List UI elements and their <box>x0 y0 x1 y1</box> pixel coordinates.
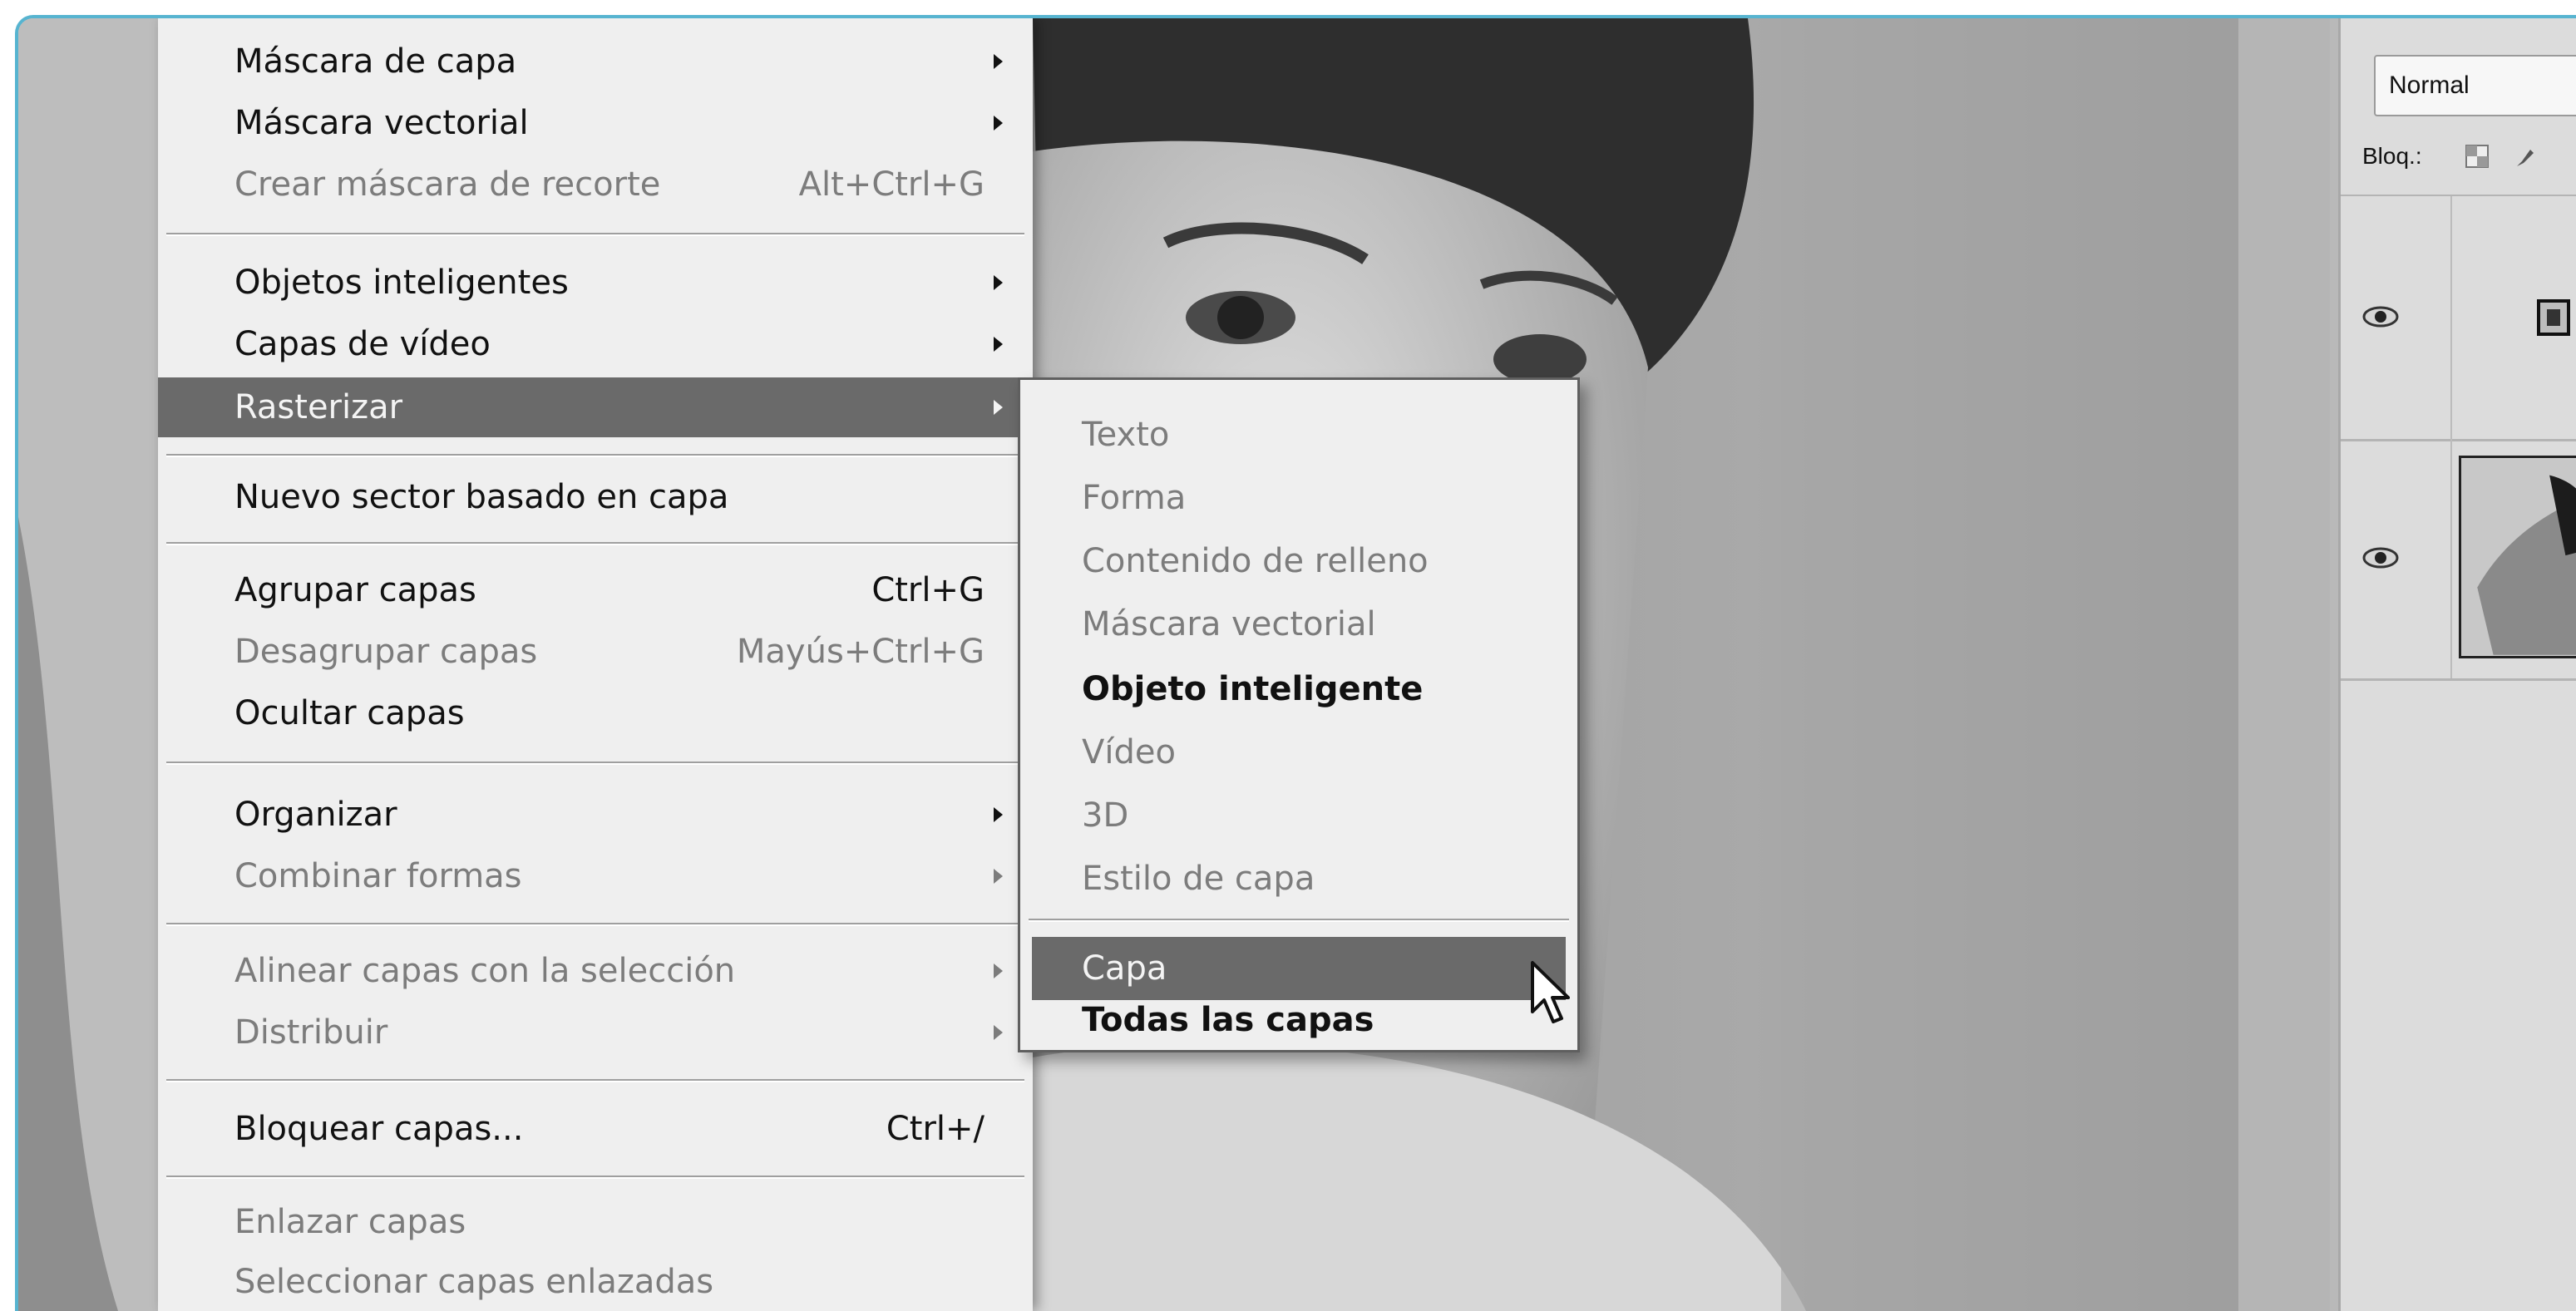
submenu-item-smart-object[interactable]: Objeto inteligente <box>1020 658 1577 721</box>
menu-item-label: Ocultar capas <box>234 694 465 732</box>
menu-item-label: Seleccionar capas enlazadas <box>234 1263 714 1301</box>
submenu-arrow-icon <box>994 964 1003 978</box>
eye-icon[interactable] <box>2362 306 2399 328</box>
menu-item-layer-mask[interactable]: Máscara de capa <box>158 32 1033 91</box>
submenu-arrow-icon <box>994 807 1003 822</box>
submenu-item-fill-content[interactable]: Contenido de relleno <box>1020 530 1577 593</box>
menu-item-group-layers[interactable]: Agrupar capas Ctrl+G <box>158 560 1033 620</box>
submenu-arrow-icon <box>994 275 1003 290</box>
eye-icon[interactable] <box>2362 547 2399 569</box>
submenu-item-label: Texto <box>1082 416 1170 454</box>
menu-item-lock-layers[interactable]: Bloquear capas... Ctrl+/ <box>158 1099 1033 1159</box>
layer-thumbnail <box>2537 299 2570 336</box>
submenu-item-3d[interactable]: 3D <box>1020 784 1577 847</box>
submenu-item-label: Forma <box>1082 479 1187 517</box>
submenu-item-video[interactable]: Vídeo <box>1020 721 1577 784</box>
rasterize-submenu: Texto Forma Contenido de relleno Máscara… <box>1018 377 1580 1052</box>
submenu-arrow-icon <box>994 400 1003 415</box>
layer-row[interactable] <box>2341 439 2576 681</box>
menu-item-label: Enlazar capas <box>234 1203 466 1241</box>
blend-mode-select[interactable]: Normal <box>2374 55 2576 116</box>
submenu-item-layer[interactable]: Capa <box>1032 937 1566 1000</box>
submenu-item-label: Capa <box>1082 949 1167 988</box>
menu-item-align-layers-to-selection[interactable]: Alinear capas con la selección <box>158 941 1033 1001</box>
submenu-item-shape[interactable]: Forma <box>1020 466 1577 530</box>
menu-item-new-slice-from-layer[interactable]: Nuevo sector basado en capa <box>158 467 1033 527</box>
menu-separator <box>166 761 1024 765</box>
menu-item-label: Organizar <box>234 796 397 834</box>
lock-brush-icon[interactable] <box>2514 146 2537 170</box>
submenu-item-layer-style[interactable]: Estilo de capa <box>1020 847 1577 910</box>
menu-item-label: Distribuir <box>234 1013 388 1052</box>
menu-item-smart-objects[interactable]: Objetos inteligentes <box>158 253 1033 313</box>
menu-item-select-linked-layers[interactable]: Seleccionar capas enlazadas <box>158 1252 1033 1311</box>
submenu-arrow-icon <box>994 54 1003 69</box>
app-window: Máscara de capa Máscara vectorial Crear … <box>15 15 2576 1311</box>
submenu-item-label: Todas las capas <box>1082 1001 1374 1039</box>
lock-label: Bloq.: <box>2362 143 2422 169</box>
menu-item-hide-layers[interactable]: Ocultar capas <box>158 683 1033 743</box>
submenu-arrow-icon <box>994 116 1003 131</box>
menu-item-video-layers[interactable]: Capas de vídeo <box>158 314 1033 374</box>
menu-item-rasterize[interactable]: Rasterizar <box>158 377 1033 437</box>
menu-separator <box>166 233 1024 236</box>
lock-transparent-pixels-icon[interactable] <box>2465 145 2489 168</box>
menu-separator <box>166 542 1024 545</box>
menu-item-label: Máscara de capa <box>234 42 517 81</box>
menu-item-label: Capas de vídeo <box>234 325 491 363</box>
menu-item-shortcut: Ctrl+/ <box>886 1110 985 1148</box>
mouse-cursor-icon <box>1531 961 1570 1023</box>
menu-item-distribute[interactable]: Distribuir <box>158 1003 1033 1062</box>
menu-item-label: Objetos inteligentes <box>234 264 569 302</box>
submenu-arrow-icon <box>994 869 1003 884</box>
submenu-item-label: Máscara vectorial <box>1082 605 1376 643</box>
menu-item-arrange[interactable]: Organizar <box>158 785 1033 845</box>
layer-row[interactable] <box>2341 196 2576 441</box>
menu-item-label: Nuevo sector basado en capa <box>234 478 729 516</box>
menu-item-shortcut: Alt+Ctrl+G <box>798 165 985 204</box>
menu-item-label: Desagrupar capas <box>234 633 538 671</box>
submenu-item-label: Vídeo <box>1082 733 1176 771</box>
submenu-item-label: Objeto inteligente <box>1082 670 1424 708</box>
menu-item-label: Alinear capas con la selección <box>234 952 736 990</box>
submenu-item-label: Estilo de capa <box>1082 860 1315 898</box>
menu-item-label: Combinar formas <box>234 857 522 895</box>
menu-item-create-clipping-mask[interactable]: Crear máscara de recorte Alt+Ctrl+G <box>158 155 1033 214</box>
submenu-item-label: 3D <box>1082 796 1129 835</box>
menu-item-shortcut: Ctrl+G <box>871 571 985 609</box>
submenu-arrow-icon <box>994 337 1003 352</box>
submenu-item-label: Contenido de relleno <box>1082 542 1429 580</box>
menu-item-label: Rasterizar <box>234 388 403 426</box>
visibility-cell[interactable] <box>2341 196 2452 439</box>
menu-item-vector-mask[interactable]: Máscara vectorial <box>158 93 1033 153</box>
layers-panel: Normal Bloq.: <box>2338 18 2576 1311</box>
menu-separator <box>166 454 1024 457</box>
menu-item-link-layers[interactable]: Enlazar capas <box>158 1192 1033 1252</box>
menu-item-label: Agrupar capas <box>234 571 476 609</box>
submenu-item-all-layers[interactable]: Todas las capas <box>1020 1000 1577 1048</box>
submenu-item-vector-mask[interactable]: Máscara vectorial <box>1020 593 1577 656</box>
menu-separator <box>166 923 1024 926</box>
submenu-arrow-icon <box>994 1025 1003 1040</box>
lock-row: Bloq.: <box>2341 118 2576 196</box>
menu-item-shortcut: Mayús+Ctrl+G <box>736 633 985 671</box>
layer-thumbnail <box>2459 456 2576 658</box>
layer-menu: Máscara de capa Máscara vectorial Crear … <box>158 18 1033 1311</box>
menu-item-combine-shapes[interactable]: Combinar formas <box>158 846 1033 906</box>
menu-separator <box>166 1079 1024 1082</box>
menu-item-label: Bloquear capas... <box>234 1110 524 1148</box>
menu-separator <box>166 1175 1024 1179</box>
menu-item-label: Crear máscara de recorte <box>234 165 661 204</box>
submenu-separator <box>1029 919 1569 922</box>
menu-item-label: Máscara vectorial <box>234 104 529 142</box>
menu-item-ungroup-layers[interactable]: Desagrupar capas Mayús+Ctrl+G <box>158 622 1033 682</box>
visibility-cell[interactable] <box>2341 439 2452 678</box>
submenu-item-type[interactable]: Texto <box>1020 403 1577 466</box>
